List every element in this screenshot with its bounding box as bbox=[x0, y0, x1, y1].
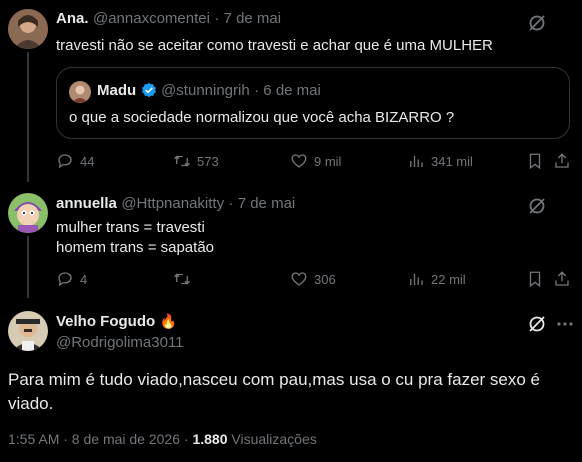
author-handle[interactable]: @annaxcomentei bbox=[93, 10, 210, 27]
quote-author-handle: @stunningrih bbox=[161, 82, 250, 99]
author-name[interactable]: Velho Fogudo bbox=[56, 313, 155, 330]
author-handle[interactable]: @Httpnanakitty bbox=[121, 195, 224, 212]
reply-button[interactable]: 44 bbox=[56, 152, 94, 170]
author-name[interactable]: Ana. bbox=[56, 10, 89, 27]
tweet-date[interactable]: · 7 de mai bbox=[229, 195, 296, 212]
like-count: 306 bbox=[314, 271, 336, 287]
reply-count: 44 bbox=[80, 153, 95, 169]
fire-emoji: 🔥 bbox=[159, 313, 178, 329]
retweet-count: 573 bbox=[197, 153, 219, 169]
tweet-header: annuella @Httpnanakitty · 7 de mai bbox=[56, 195, 295, 213]
retweet-icon bbox=[174, 155, 190, 167]
avatar-velho-fogudo-image bbox=[8, 311, 48, 351]
retweet-icon bbox=[174, 273, 190, 285]
verified-badge-icon bbox=[141, 82, 156, 98]
bookmark-button[interactable] bbox=[526, 270, 544, 288]
reply-button[interactable]: 4 bbox=[56, 270, 87, 288]
quote-author-name: Madu bbox=[97, 82, 137, 99]
share-icon bbox=[555, 153, 569, 168]
views-count: 1.880 bbox=[192, 431, 228, 447]
tweet-text: travesti não se aceitar como travesti e … bbox=[56, 37, 493, 54]
like-icon bbox=[291, 272, 307, 286]
reply-icon bbox=[58, 272, 72, 287]
retweet-button[interactable] bbox=[173, 270, 191, 288]
grok-icon[interactable] bbox=[527, 13, 547, 33]
share-icon bbox=[555, 271, 569, 286]
like-count: 9 mil bbox=[314, 153, 342, 169]
views-button[interactable]: 22 mil bbox=[407, 270, 466, 288]
avatar-annuella[interactable] bbox=[8, 193, 48, 233]
view-count: 341 mil bbox=[431, 153, 473, 169]
views-button[interactable]: 341 mil bbox=[407, 152, 473, 170]
quote-date: · 6 de mai bbox=[254, 82, 321, 99]
quote-header: Madu @stunningrih · 6 de mai bbox=[97, 82, 321, 100]
tweet-date[interactable]: · 7 de mai bbox=[214, 10, 281, 27]
thread-line bbox=[27, 52, 29, 182]
tweet-text-line-2: homem trans = sapatão bbox=[56, 239, 215, 256]
bookmark-button[interactable] bbox=[526, 152, 544, 170]
like-button[interactable]: 9 mil bbox=[290, 152, 341, 170]
tweet-text-line-1: mulher trans = travesti bbox=[56, 219, 205, 236]
tweet-header: Ana. @annaxcomentei · 7 de mai bbox=[56, 10, 281, 28]
retweet-button[interactable]: 573 bbox=[173, 152, 219, 170]
quote-text: o que a sociedade normalizou que você ac… bbox=[69, 109, 455, 126]
view-count: 22 mil bbox=[431, 271, 466, 287]
tweet-timestamp[interactable]: 1:55 AM · 8 de mai de 2026 · bbox=[8, 431, 189, 447]
author-name[interactable]: annuella bbox=[56, 195, 117, 212]
more-options-icon[interactable] bbox=[555, 314, 575, 334]
reply-count: 4 bbox=[80, 271, 88, 287]
tweet-text: Para mim é tudo viado,nasceu com pau,mas… bbox=[8, 370, 540, 413]
avatar-madu-image bbox=[69, 81, 91, 103]
avatar-velho-fogudo[interactable] bbox=[8, 311, 48, 351]
bookmark-icon bbox=[529, 271, 541, 288]
author-block: Velho Fogudo 🔥 bbox=[56, 313, 177, 331]
bookmark-icon bbox=[529, 153, 541, 170]
thread-line bbox=[27, 236, 29, 298]
avatar-madu[interactable] bbox=[69, 81, 91, 103]
tweet-meta: 1:55 AM · 8 de mai de 2026 · 1.880 Visua… bbox=[8, 431, 317, 447]
avatar-ana[interactable] bbox=[8, 9, 48, 49]
like-button[interactable]: 306 bbox=[290, 270, 336, 288]
author-handle[interactable]: @Rodrigolima3011 bbox=[56, 334, 184, 351]
avatar-ana-image bbox=[8, 9, 48, 49]
reply-icon bbox=[58, 154, 72, 169]
share-button[interactable] bbox=[553, 152, 571, 170]
grok-icon[interactable] bbox=[527, 314, 547, 334]
avatar-annuella-image bbox=[8, 193, 48, 233]
like-icon bbox=[291, 154, 307, 168]
grok-icon[interactable] bbox=[527, 196, 547, 216]
views-icon bbox=[410, 155, 423, 167]
views-label: Visualizações bbox=[231, 431, 317, 447]
share-button[interactable] bbox=[553, 270, 571, 288]
views-icon bbox=[410, 273, 423, 285]
quoted-tweet[interactable]: Madu @stunningrih · 6 de mai o que a soc… bbox=[56, 67, 570, 139]
